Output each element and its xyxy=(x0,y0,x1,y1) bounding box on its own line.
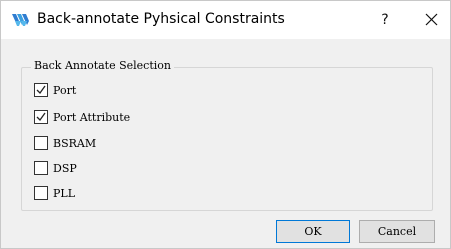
port-label: Port xyxy=(53,83,77,97)
title-bar: Back-annotate Pyhsical Constraints ? xyxy=(1,1,450,39)
port-attribute-label: Port Attribute xyxy=(53,110,131,124)
port-attribute-option[interactable]: Port Attribute xyxy=(34,109,130,125)
checkmark-icon xyxy=(36,85,46,95)
close-icon xyxy=(425,13,437,26)
help-button[interactable]: ? xyxy=(373,8,397,32)
dsp-label: DSP xyxy=(53,161,77,175)
port-checkbox[interactable] xyxy=(34,83,48,97)
port-option[interactable]: Port xyxy=(34,82,76,98)
port-attribute-checkbox[interactable] xyxy=(34,110,48,124)
pll-label: PLL xyxy=(53,186,76,200)
group-title: Back Annotate Selection xyxy=(31,59,174,72)
pll-checkbox[interactable] xyxy=(34,186,48,200)
bsram-label: BSRAM xyxy=(53,136,97,150)
pll-option[interactable]: PLL xyxy=(34,185,75,201)
close-button[interactable] xyxy=(419,8,443,32)
dsp-checkbox[interactable] xyxy=(34,161,48,175)
cancel-button[interactable]: Cancel xyxy=(359,220,435,243)
back-annotate-dialog: Back-annotate Pyhsical Constraints ? Bac… xyxy=(0,0,451,249)
bsram-checkbox[interactable] xyxy=(34,136,48,150)
gowin-logo-icon xyxy=(11,12,31,28)
ok-button[interactable]: OK xyxy=(276,220,350,243)
window-title: Back-annotate Pyhsical Constraints xyxy=(37,11,285,27)
checkmark-icon xyxy=(36,112,46,122)
bsram-option[interactable]: BSRAM xyxy=(34,135,96,151)
dsp-option[interactable]: DSP xyxy=(34,160,77,176)
